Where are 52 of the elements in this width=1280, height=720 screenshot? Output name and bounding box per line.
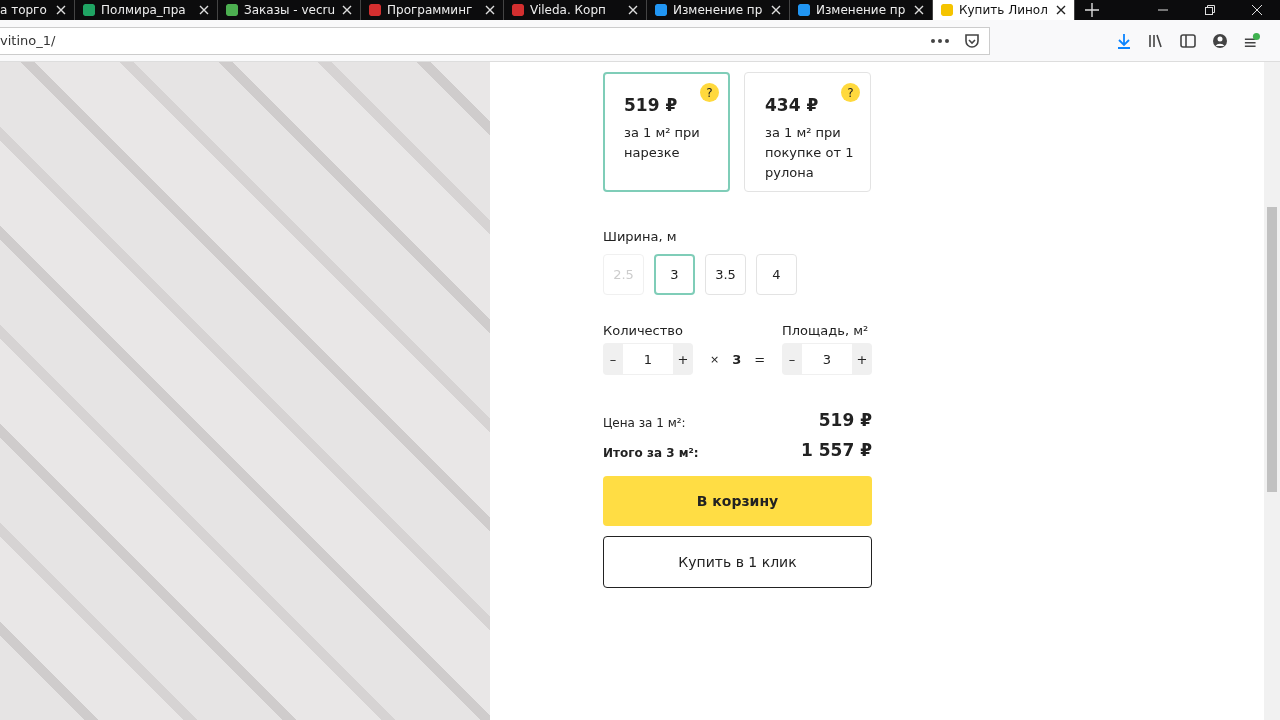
price-description: за 1 м² при нарезке <box>624 124 701 162</box>
restore-icon[interactable] <box>1205 5 1215 15</box>
total-value: 1 557 ₽ <box>801 440 872 460</box>
price-option-card[interactable]: 434 ₽ ? за 1 м² при покупке от 1 рулона <box>744 72 871 192</box>
tab-title: Заказы - vecru <box>244 3 336 17</box>
scrollbar[interactable] <box>1264 62 1280 720</box>
tab-title: Изменение пр <box>673 3 764 17</box>
pocket-icon[interactable] <box>963 32 981 49</box>
add-to-cart-button[interactable]: В корзину <box>603 476 872 526</box>
width-option[interactable]: 3 <box>654 254 695 295</box>
tab-title: Купить Линол <box>959 3 1049 17</box>
tab-title: а торго <box>0 3 48 17</box>
quantity-label: Количество <box>603 323 684 338</box>
library-icon[interactable] <box>1148 32 1164 49</box>
account-icon[interactable] <box>1212 32 1228 49</box>
area-stepper[interactable]: – 3 + <box>782 343 872 375</box>
price-text: 434 ₽ <box>765 95 819 115</box>
unit-price-label: Цена за 1 м²: <box>603 416 686 430</box>
tab-title: Vileda. Корп <box>530 3 607 17</box>
url-text: vitino_1/ <box>0 33 57 48</box>
decrease-button[interactable]: – <box>603 343 623 375</box>
address-bar[interactable]: vitino_1/ <box>0 26 990 55</box>
menu-icon[interactable] <box>1244 32 1260 49</box>
help-badge[interactable]: ? <box>700 83 719 102</box>
tab-title: Программинг <box>387 3 474 17</box>
close-icon[interactable] <box>1056 5 1066 15</box>
increase-button[interactable]: + <box>852 343 872 375</box>
total-label: Итого за 3 м²: <box>603 446 699 460</box>
tab-title: Изменение пр <box>816 3 907 17</box>
increase-button[interactable]: + <box>673 343 693 375</box>
width-label: Ширина, м <box>603 229 678 244</box>
quantity-stepper[interactable]: – 1 + <box>603 343 693 375</box>
quantity-value: 1 <box>623 344 673 374</box>
width-multiplier: 3 <box>732 351 742 367</box>
help-badge[interactable]: ? <box>841 83 860 102</box>
new-tab-icon[interactable] <box>1085 3 1099 17</box>
area-label: Площадь, м² <box>782 323 870 338</box>
price-text: 519 ₽ <box>624 95 678 115</box>
equals-sign: = <box>754 351 766 367</box>
download-icon[interactable] <box>1116 32 1132 49</box>
multiply-sign: × <box>709 352 720 366</box>
price-description: за 1 м² при покупке от 1 рулона <box>765 124 855 182</box>
tab-title: Полмира_пра <box>101 3 187 17</box>
one-click-buy-button[interactable]: Купить в 1 клик <box>603 536 872 588</box>
decrease-button[interactable]: – <box>782 343 802 375</box>
price-option-card[interactable]: 519 ₽ ? за 1 м² при нарезке <box>603 72 730 192</box>
width-option[interactable]: 4 <box>756 254 797 295</box>
browser-tab[interactable]: Купить Линол <box>933 0 1075 20</box>
area-value: 3 <box>802 344 852 374</box>
unit-price-value: 519 ₽ <box>818 410 872 430</box>
width-option[interactable]: 3.5 <box>705 254 746 295</box>
sidebar-icon[interactable] <box>1180 32 1196 49</box>
